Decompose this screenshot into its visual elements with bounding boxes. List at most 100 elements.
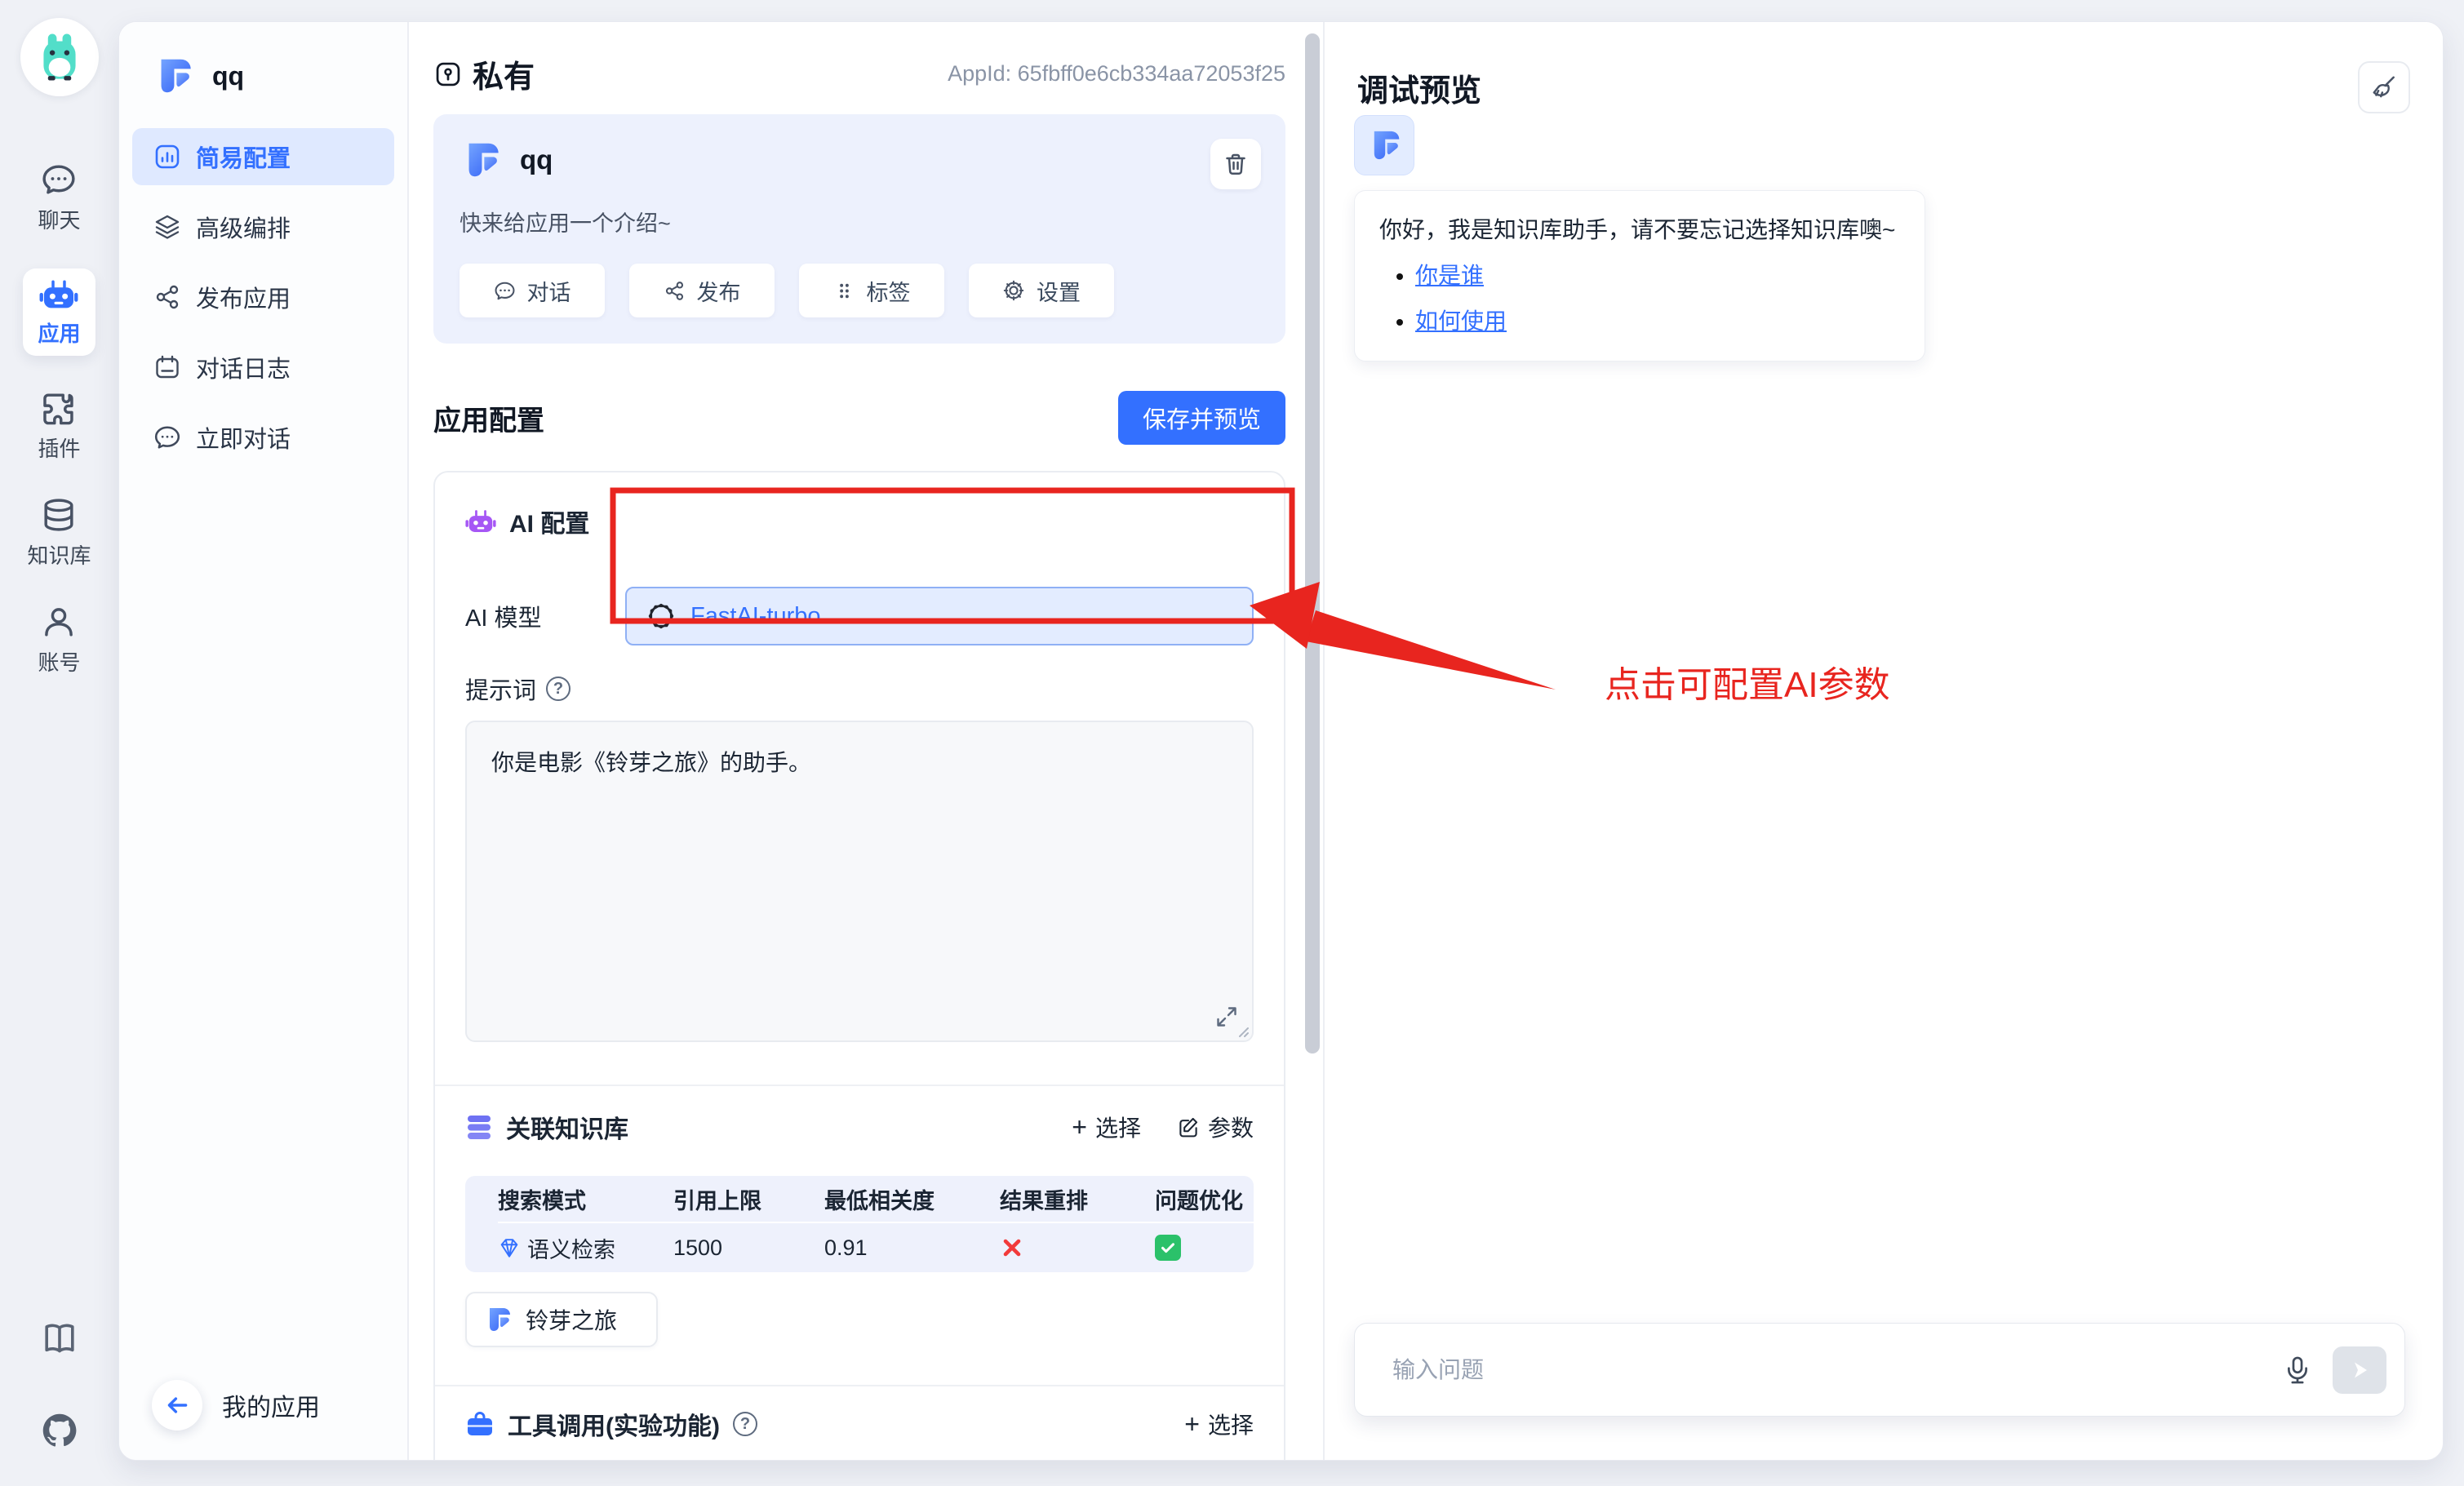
sidebar-item-label: 高级编排	[196, 210, 291, 244]
chat-bubble-icon	[41, 162, 77, 197]
col-question-optimize: 问题优化	[1155, 1183, 1254, 1215]
dataset-params-label: 参数	[1208, 1111, 1254, 1143]
sidebar-item-label: 简易配置	[196, 140, 291, 174]
question-optimize-checkbox[interactable]	[1155, 1235, 1181, 1261]
welcome-text: 你好，我是知识库助手，请不要忘记选择知识库噢~	[1379, 212, 1900, 245]
sidebar-item-label: 立即对话	[196, 420, 291, 455]
rail-item-app[interactable]: 应用	[23, 268, 95, 356]
openai-icon	[646, 601, 676, 631]
sidebar-item-advanced-flow[interactable]: 高级编排	[132, 198, 394, 255]
back-to-my-apps[interactable]: 我的应用	[119, 1380, 407, 1460]
quote-limit-value: 1500	[673, 1235, 824, 1261]
rail-item-dataset[interactable]: 知识库	[27, 497, 91, 570]
plus-icon: +	[1184, 1411, 1200, 1437]
broom-icon	[2370, 73, 2398, 101]
rail-label-chat: 聊天	[38, 204, 80, 234]
config-section-title: 应用配置	[433, 398, 544, 438]
app-info-card: qq 快来给应用一个介绍~ 对话	[433, 114, 1285, 344]
dataset-select-button[interactable]: + 选择	[1072, 1111, 1141, 1143]
sidebar-item-label: 对话日志	[196, 350, 291, 384]
database-icon	[41, 497, 77, 533]
table-header-row: 搜索模式 引用上限 最低相关度 结果重排 问题优化	[498, 1176, 1254, 1223]
prompt-text: 你是电影《铃芽之旅》的助手。	[491, 750, 811, 775]
col-quote-limit: 引用上限	[673, 1183, 824, 1215]
tools-select-label: 选择	[1208, 1408, 1254, 1440]
app-action-bar: 对话 发布	[460, 264, 1259, 317]
gear-icon	[1002, 279, 1025, 302]
rail-item-account[interactable]: 账号	[38, 604, 80, 676]
tools-select-button[interactable]: + 选择	[1184, 1408, 1254, 1440]
resize-handle-icon[interactable]	[1235, 1023, 1250, 1038]
prompt-textarea[interactable]: 你是电影《铃芽之旅》的助手。	[465, 721, 1254, 1042]
rail-item-plugin[interactable]: 插件	[38, 390, 80, 463]
prompt-help-icon[interactable]: ?	[546, 676, 570, 701]
dataset-params-button[interactable]: 参数	[1177, 1111, 1254, 1143]
back-label: 我的应用	[222, 1387, 320, 1423]
github-icon[interactable]	[40, 1411, 79, 1450]
dataset-title: 关联知识库	[506, 1109, 628, 1145]
tags-action-button[interactable]: 标签	[799, 264, 944, 317]
settings-action-button[interactable]: 设置	[969, 264, 1114, 317]
rail-label-dataset: 知识库	[27, 539, 91, 570]
dataset-tag[interactable]: 铃芽之旅	[465, 1292, 658, 1347]
app-sidebar: qq 简易配置 高级编排	[119, 22, 409, 1460]
rail-bottom	[0, 1320, 118, 1450]
visibility-badge: 私有	[433, 51, 535, 96]
sidebar-item-chat-logs[interactable]: 对话日志	[132, 339, 394, 396]
sidebar-item-chat-now[interactable]: 立即对话	[132, 409, 394, 466]
ai-model-select[interactable]: FastAI-turbo	[625, 587, 1254, 645]
rail-label-account: 账号	[38, 646, 80, 676]
save-preview-button[interactable]: 保存并预览	[1118, 391, 1285, 445]
sidebar-item-simple-config[interactable]: 简易配置	[132, 128, 394, 185]
action-label: 对话	[527, 275, 571, 307]
mic-icon[interactable]	[2282, 1355, 2313, 1386]
chat-action-button[interactable]: 对话	[460, 264, 605, 317]
app-logo-icon	[1366, 127, 1402, 163]
search-mode-value: 语义检索	[527, 1232, 615, 1264]
ai-config-section: AI 配置 AI 模型 FastAI-turbo 提	[435, 472, 1284, 1085]
sidebar-item-publish-app[interactable]: 发布应用	[132, 268, 394, 326]
app-logo-icon	[483, 1305, 513, 1334]
tools-section: 工具调用(实验功能) ? + 选择	[435, 1386, 1284, 1460]
robot-icon	[39, 278, 78, 311]
send-button[interactable]	[2333, 1346, 2386, 1394]
ai-model-label: AI 模型	[465, 599, 625, 633]
app-id: AppId: 65fbff0e6cb334aa72053f25	[948, 61, 1285, 86]
welcome-link-who[interactable]: 你是谁	[1415, 263, 1484, 288]
dataset-params-table: 搜索模式 引用上限 最低相关度 结果重排 问题优化	[465, 1176, 1254, 1272]
min-similarity-value: 0.91	[824, 1235, 1000, 1261]
question-input[interactable]	[1391, 1356, 2262, 1384]
send-icon	[2346, 1357, 2373, 1383]
config-panel: 私有 AppId: 65fbff0e6cb334aa72053f25 qq	[409, 22, 1325, 1460]
user-avatar[interactable]	[20, 18, 99, 96]
chat-now-icon	[153, 424, 181, 451]
app-logo-icon	[460, 139, 502, 181]
delete-app-button[interactable]	[1210, 139, 1261, 189]
col-search-mode: 搜索模式	[498, 1183, 673, 1215]
docs-book-icon[interactable]	[41, 1320, 78, 1357]
publish-action-button[interactable]: 发布	[629, 264, 775, 317]
rail-label-app: 应用	[38, 317, 80, 348]
action-label: 标签	[867, 275, 911, 307]
sidebar-app-name: qq	[212, 61, 244, 91]
dataset-select-label: 选择	[1095, 1111, 1141, 1143]
dataset-stack-icon	[465, 1113, 493, 1141]
puzzle-icon	[41, 390, 77, 426]
welcome-link-list: 你是谁 如何使用	[1379, 258, 1900, 336]
sidebar-menu: 简易配置 高级编排 发布应用	[119, 122, 407, 466]
welcome-link-how[interactable]: 如何使用	[1415, 308, 1507, 334]
config-card: AI 配置 AI 模型 FastAI-turbo 提	[433, 471, 1285, 1460]
semantic-search-gem-icon	[498, 1236, 521, 1259]
middle-scrollbar[interactable]	[1305, 33, 1320, 1054]
dataset-tag-label: 铃芽之旅	[526, 1303, 617, 1336]
tools-help-icon[interactable]: ?	[733, 1412, 757, 1436]
back-button[interactable]	[152, 1380, 202, 1431]
bot-avatar	[1354, 115, 1414, 175]
ai-robot-icon	[465, 508, 496, 535]
rail-label-plugin: 插件	[38, 432, 80, 463]
clear-history-button[interactable]	[2358, 61, 2410, 113]
layers-icon	[153, 213, 181, 241]
welcome-message: 你好，我是知识库助手，请不要忘记选择知识库噢~ 你是谁 如何使用	[1354, 190, 1925, 362]
share-icon	[664, 280, 686, 302]
rail-item-chat[interactable]: 聊天	[38, 162, 80, 234]
